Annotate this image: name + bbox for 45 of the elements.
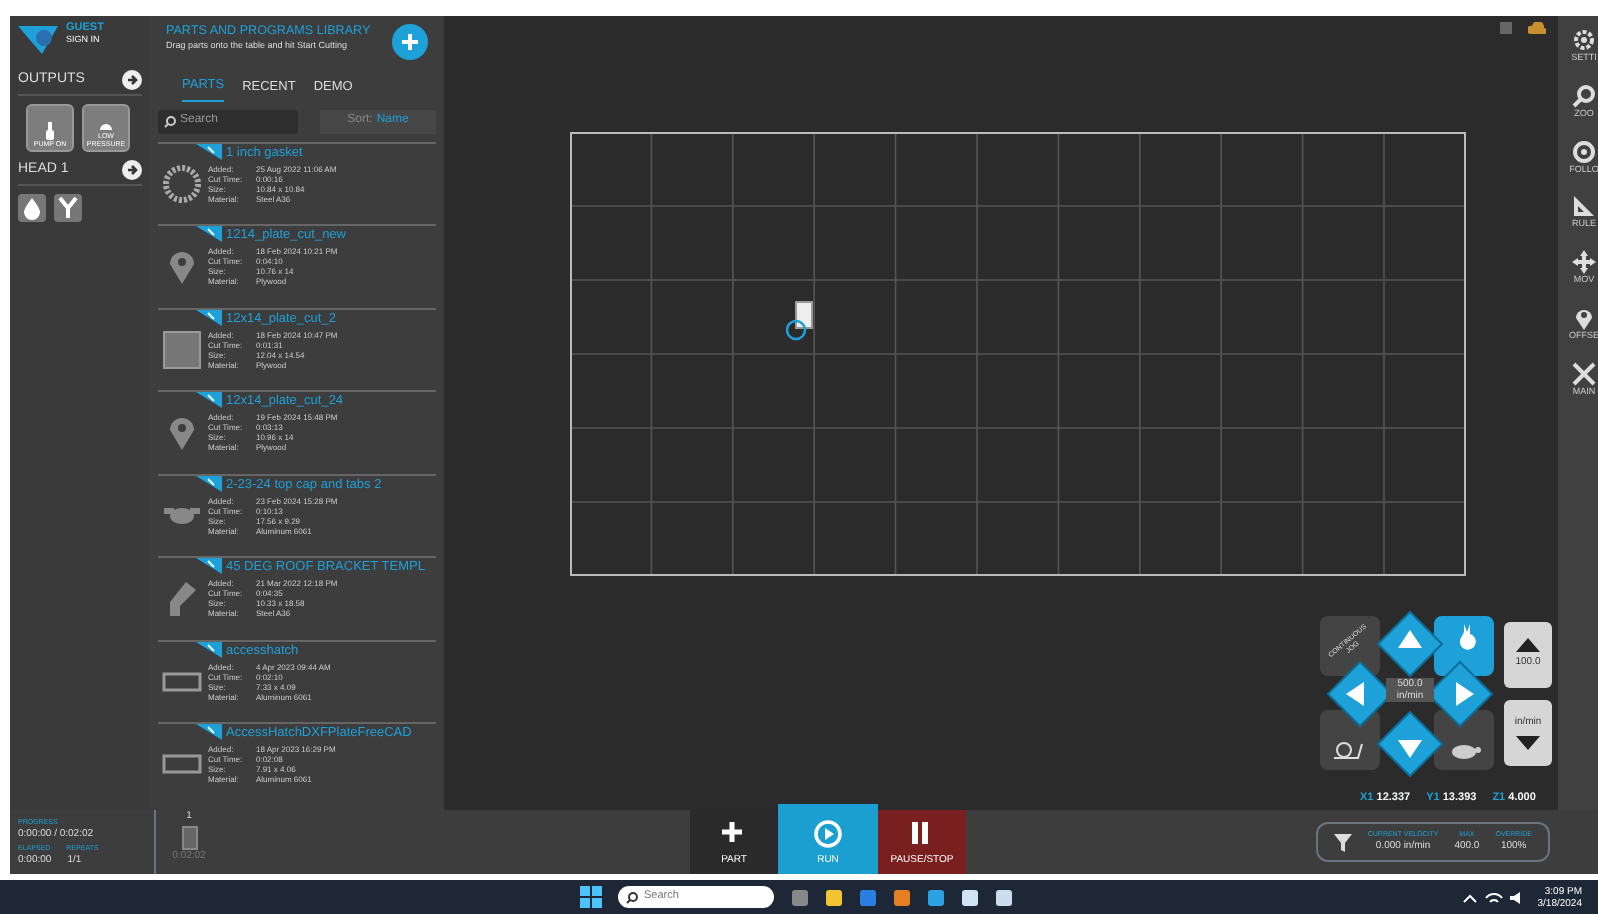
window-icon[interactable] bbox=[790, 887, 810, 907]
target-icon bbox=[1572, 139, 1596, 163]
gear-icon bbox=[1572, 28, 1596, 52]
tag-icon bbox=[196, 143, 222, 160]
windows-start-icon[interactable] bbox=[580, 886, 602, 908]
up-triangle-icon bbox=[1516, 638, 1540, 653]
tag-icon bbox=[196, 309, 222, 326]
add-button[interactable] bbox=[392, 24, 428, 60]
part-thumbnail-icon bbox=[162, 329, 202, 370]
head-button[interactable] bbox=[18, 194, 46, 222]
store-icon[interactable] bbox=[858, 887, 878, 907]
move-icon bbox=[1572, 250, 1596, 274]
queued-part-icon bbox=[181, 825, 197, 849]
part-marker-icon[interactable] bbox=[786, 300, 818, 344]
jog-down-button[interactable] bbox=[1376, 710, 1444, 778]
rabbit-button[interactable] bbox=[1434, 616, 1494, 676]
droplet-icon bbox=[20, 196, 44, 220]
tag-icon bbox=[196, 724, 222, 741]
play-icon bbox=[814, 819, 842, 847]
tag-icon bbox=[196, 392, 222, 409]
down-triangle-icon bbox=[1516, 735, 1540, 750]
cloud-icon bbox=[1528, 22, 1546, 34]
jog-up-button[interactable] bbox=[1376, 610, 1444, 678]
status-icon bbox=[1500, 22, 1512, 34]
expand-arrow-icon[interactable] bbox=[122, 70, 142, 90]
tag-icon bbox=[196, 558, 222, 575]
plus-icon bbox=[720, 819, 748, 847]
filter-icon bbox=[1333, 833, 1352, 851]
search-icon bbox=[626, 891, 638, 903]
search-icon bbox=[164, 115, 176, 128]
tag-icon bbox=[196, 475, 222, 492]
tag-icon bbox=[196, 226, 222, 243]
part-thumbnail-icon bbox=[162, 163, 202, 204]
system-tray-icon[interactable] bbox=[1461, 889, 1522, 905]
logo-icon bbox=[18, 22, 58, 54]
snail-button[interactable] bbox=[1320, 710, 1380, 770]
expand-arrow-icon[interactable] bbox=[122, 160, 142, 180]
search-icon bbox=[1572, 83, 1596, 108]
folder-icon[interactable] bbox=[824, 887, 844, 907]
tag-icon bbox=[196, 641, 222, 658]
ruler-icon bbox=[1572, 194, 1596, 219]
gauge-icon bbox=[98, 118, 114, 132]
fork-icon bbox=[56, 196, 80, 220]
pump-icon bbox=[42, 122, 58, 140]
head-button[interactable] bbox=[54, 194, 82, 222]
